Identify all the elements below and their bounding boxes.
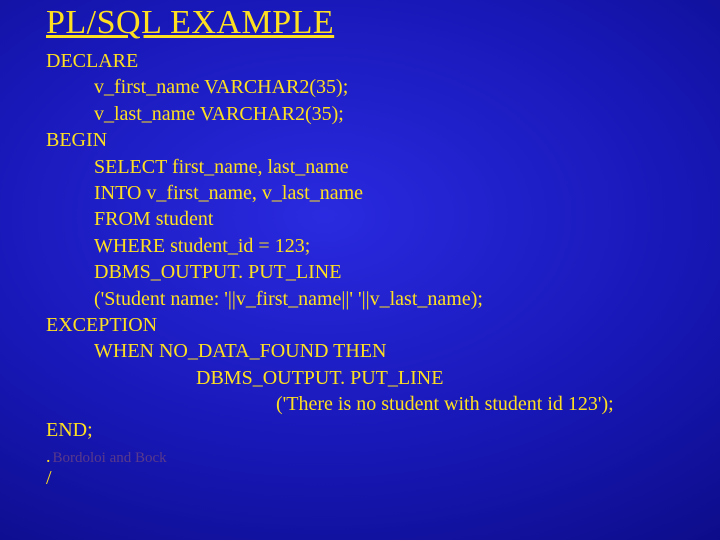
code-line: FROM student xyxy=(94,206,720,232)
code-period: . xyxy=(46,450,51,462)
slide-title: PL/SQL EXAMPLE xyxy=(46,4,720,42)
code-line: v_last_name VARCHAR2(35); xyxy=(94,101,720,127)
code-line: ('There is no student with student id 12… xyxy=(276,391,720,417)
code-line: INTO v_first_name, v_last_name xyxy=(94,180,720,206)
code-block: DECLARE v_first_name VARCHAR2(35); v_las… xyxy=(46,48,720,444)
code-line: SELECT first_name, last_name xyxy=(94,154,720,180)
code-line: v_first_name VARCHAR2(35); xyxy=(94,74,720,100)
code-line: ('Student name: '||v_first_name||' '||v_… xyxy=(94,286,720,312)
slide: PL/SQL EXAMPLE DECLARE v_first_name VARC… xyxy=(0,0,720,490)
code-line: DBMS_OUTPUT. PUT_LINE xyxy=(94,259,720,285)
code-slash: / xyxy=(46,467,720,490)
code-line: DBMS_OUTPUT. PUT_LINE xyxy=(196,365,720,391)
slide-footer: .Bordoloi and Bock xyxy=(46,450,720,467)
code-line: BEGIN xyxy=(46,127,720,153)
code-line: WHERE student_id = 123; xyxy=(94,233,720,259)
code-line: WHEN NO_DATA_FOUND THEN xyxy=(94,338,720,364)
footer-text: Bordoloi and Bock xyxy=(53,450,167,466)
code-line: END; xyxy=(46,417,720,443)
code-line: DECLARE xyxy=(46,48,720,74)
code-line: EXCEPTION xyxy=(46,312,720,338)
